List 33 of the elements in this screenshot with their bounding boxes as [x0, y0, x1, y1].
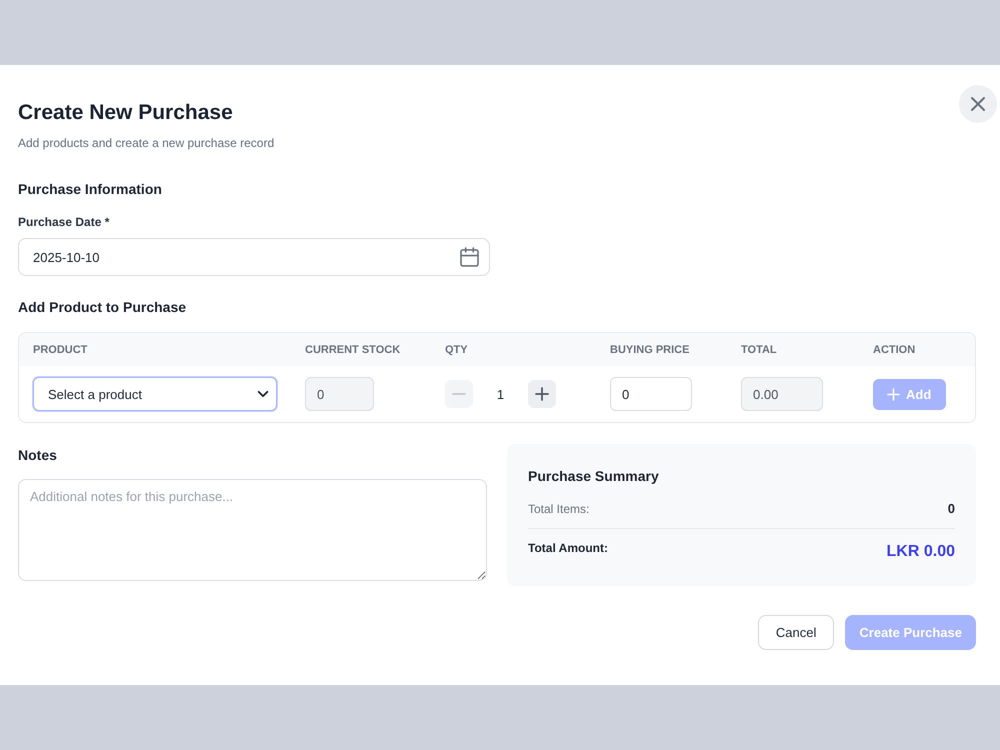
cancel-button[interactable]: Cancel [758, 615, 834, 650]
price-field[interactable]: 0 [610, 377, 692, 411]
plus-icon [888, 388, 899, 400]
calendar-icon[interactable] [461, 248, 478, 266]
product-select[interactable]: Select a product [33, 377, 277, 411]
column-header: TOTAL [740, 344, 778, 356]
total-amount: LKR 0.00 [886, 542, 955, 562]
dialog-subtitle: Add products and create a new purchase record [18, 135, 276, 151]
notes-label: Notes [18, 446, 58, 464]
column-header: CURRENT STOCK [304, 344, 402, 356]
section-heading: Add Product to Purchase [18, 298, 188, 316]
chevron-down-icon [258, 391, 268, 397]
plus-icon [536, 388, 548, 400]
total-field: 0.00 [741, 377, 823, 411]
quantity-value: 1 [496, 386, 506, 402]
column-header: BUYING PRICE [609, 344, 690, 356]
notes-field[interactable]: Additional notes for this purchase... [18, 479, 487, 581]
dialog-title: Create New Purchase [18, 100, 234, 126]
increase-button[interactable] [528, 380, 556, 408]
summary-title: Purchase Summary [528, 467, 660, 485]
total-label: Total Amount: [528, 540, 608, 556]
stock-field: 0 [305, 377, 374, 411]
summary-label: Total Items: [528, 501, 590, 517]
column-header: ACTION [872, 344, 916, 356]
summary-value: 0 [948, 501, 955, 517]
close-button[interactable] [959, 85, 997, 123]
column-header: PRODUCT [32, 344, 88, 356]
section-heading: Purchase Information [18, 180, 163, 198]
minus-icon [453, 393, 465, 395]
date-field[interactable]: 2025-10-10 [18, 238, 490, 276]
close-icon [972, 98, 984, 110]
field-label: Purchase Date * [18, 214, 110, 230]
column-header: QTY [444, 344, 469, 356]
